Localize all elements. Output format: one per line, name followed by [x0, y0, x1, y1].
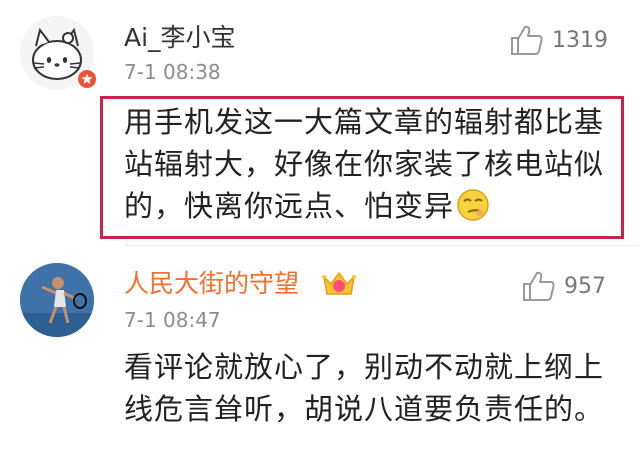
verified-badge-icon [76, 68, 98, 90]
avatar[interactable] [20, 263, 94, 337]
like-button[interactable]: 957 [522, 270, 606, 302]
like-button[interactable]: 1319 [510, 24, 608, 56]
timestamp: 7-1 08:47 [124, 308, 221, 332]
like-count: 957 [564, 273, 606, 299]
thumbs-up-icon [523, 271, 555, 301]
smirk-emoji-icon [457, 189, 489, 221]
comment-item: 人民大街的守望 7-1 08:47 957 看评论就放心了，别动不动就上纲上线危… [0, 246, 640, 449]
username[interactable]: 人民大街的守望 [124, 269, 299, 299]
like-count: 1319 [552, 27, 608, 53]
username[interactable]: Ai_李小宝 [124, 23, 236, 53]
thumbs-up-icon [511, 25, 543, 55]
comment-text: 用手机发这一大篇文章的辐射都比基站辐射大，好像在你家装了核电站似的，快离你远点、… [124, 105, 605, 223]
comment-text: 看评论就放心了，别动不动就上纲上线危言耸听，胡说八道要负责任的。 [124, 350, 605, 426]
crown-icon [322, 271, 356, 295]
comment-item: Ai_李小宝 7-1 08:38 1319 用手机发这一大篇文章的辐射都比基站辐… [0, 0, 640, 246]
timestamp: 7-1 08:38 [124, 60, 221, 84]
tennis-player-avatar-icon [20, 263, 94, 337]
